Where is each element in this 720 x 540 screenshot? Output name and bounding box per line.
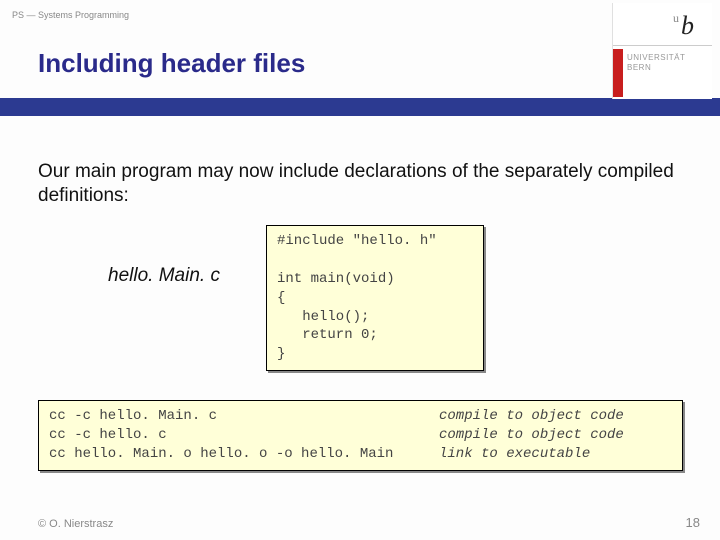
logo-superscript: u [673, 11, 679, 25]
command-row: cc -c hello. Main. c compile to object c… [49, 407, 672, 426]
logo-red-bar [613, 49, 623, 97]
file-name-label: hello. Main. c [108, 265, 220, 287]
command-text: cc -c hello. Main. c [49, 407, 439, 426]
command-desc: compile to object code [439, 407, 624, 426]
body-paragraph: Our main program may now include declara… [38, 160, 678, 208]
logo-text: UNIVERSITÄTBERN [627, 53, 685, 74]
command-desc: link to executable [439, 445, 590, 464]
page-number: 18 [686, 515, 700, 530]
title-underline-bar [0, 98, 720, 116]
command-desc: compile to object code [439, 426, 624, 445]
code-block-main: #include "hello. h" int main(void) { hel… [266, 225, 484, 371]
command-text: cc hello. Main. o hello. o -o hello. Mai… [49, 445, 439, 464]
command-text: cc -c hello. c [49, 426, 439, 445]
command-row: cc -c hello. c compile to object code [49, 426, 672, 445]
footer-copyright: © O. Nierstrasz [38, 518, 113, 530]
logo-letter: ub [673, 11, 694, 41]
command-row: cc hello. Main. o hello. o -o hello. Mai… [49, 445, 672, 464]
code-block-commands: cc -c hello. Main. c compile to object c… [38, 400, 683, 471]
page-title: Including header files [38, 48, 305, 79]
course-label: PS — Systems Programming [12, 10, 129, 20]
logo-divider [613, 45, 712, 46]
university-logo: ub UNIVERSITÄTBERN [612, 3, 712, 99]
